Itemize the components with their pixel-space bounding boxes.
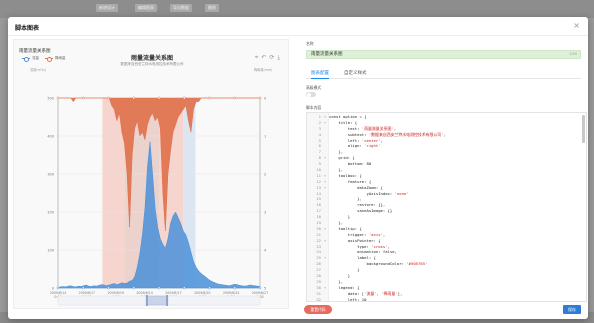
datazoom-selection[interactable] xyxy=(146,295,168,306)
y-tick-label-left: 400 xyxy=(47,135,54,139)
flow-point xyxy=(56,286,60,290)
code-text: const option = { xyxy=(329,114,367,119)
flow-point xyxy=(107,286,110,290)
script-content-label: 脚本内容 xyxy=(306,105,322,110)
rain-point xyxy=(56,96,60,100)
background-toolbar: 新增设计 编辑图表 导出数据 删除 xyxy=(0,0,594,18)
code-scrollbar[interactable] xyxy=(582,115,585,143)
y-tick-label-right: 5 xyxy=(264,287,266,291)
code-lines: 1 ▾ const option = {2 ▾ title: {3 text: '雨量… xyxy=(307,114,577,302)
flow-point xyxy=(208,286,211,290)
y-tick-label-right: 3 xyxy=(264,211,266,215)
code-text: } xyxy=(329,214,351,220)
y-tick-label-right: 4 xyxy=(264,249,267,253)
save-button[interactable]: 保存 xyxy=(563,305,581,314)
code-text: toolbox: { xyxy=(329,172,362,178)
name-input[interactable]: 雨量流量关系图 7/50 xyxy=(306,50,581,59)
rain-point xyxy=(132,96,136,100)
y-tick-label-left: 0 xyxy=(52,287,54,291)
form-tabs: 图表配置 自定义样式 xyxy=(306,70,581,79)
dialog-divider xyxy=(8,35,588,36)
advanced-mode-toggle[interactable] xyxy=(306,92,316,97)
flow-point xyxy=(258,286,262,290)
code-text: trigger: 'axis', xyxy=(329,231,386,237)
code-text: data: ['流量', '降雨量'], xyxy=(329,290,403,296)
dialog-title: 脚本图表 xyxy=(15,25,40,32)
code-text: }, xyxy=(329,220,344,226)
y-tick-label-left: 300 xyxy=(47,173,54,177)
bg-button-2: 导出数据 xyxy=(170,4,192,12)
code-text: type: 'cross', xyxy=(329,243,390,249)
tab-chart-config[interactable]: 图表配置 xyxy=(311,70,329,79)
code-text: subtext: '数据来自西安兰特水电测控技术有限公司', xyxy=(329,131,446,137)
code-text: align: 'right' xyxy=(329,143,381,149)
tab-custom-style[interactable]: 自定义样式 xyxy=(344,70,367,78)
advanced-mode-label: 高级模式 xyxy=(306,85,322,90)
save-button-label: 保存 xyxy=(568,307,576,312)
code-text: legend: { xyxy=(329,284,360,290)
reset-code-label: 重置代码 xyxy=(310,307,326,312)
code-text: }, xyxy=(329,167,344,173)
reset-code-button[interactable]: 重置代码 xyxy=(304,305,332,314)
flow-point xyxy=(132,286,136,290)
code-text: yAxisIndex: 'none' xyxy=(329,190,409,196)
rain-point xyxy=(81,96,85,100)
code-text: text: '雨量流量关系图', xyxy=(329,125,397,131)
code-line[interactable]: 32 left: 10 xyxy=(307,296,577,302)
code-text: left: 'center', xyxy=(329,137,383,143)
code-editor[interactable]: 1 ▾ const option = {2 ▾ title: {3 text: '雨量… xyxy=(306,112,587,302)
name-label: 名称 xyxy=(306,41,314,46)
bg-button-1: 编辑图表 xyxy=(135,4,157,12)
name-char-counter: 7/50 xyxy=(569,52,577,56)
script-chart-dialog: 脚本图表 × 雨量流量关系图 流量 降雨量 雨量流量关系图 数据来自西安兰特水电… xyxy=(8,17,588,319)
code-text: } xyxy=(329,267,360,273)
bg-button-0: 新增设计 xyxy=(96,4,118,12)
y-tick-label-left: 100 xyxy=(47,249,54,253)
code-text: animation: false, xyxy=(329,249,397,255)
datazoom-handle-end[interactable] xyxy=(166,295,169,306)
code-text: label: { xyxy=(329,255,376,261)
rain-point xyxy=(107,96,110,100)
code-text: bottom: 80 xyxy=(329,161,372,167)
close-icon[interactable]: × xyxy=(573,21,580,30)
code-text: axisPointer: { xyxy=(329,237,381,243)
rain-point xyxy=(208,96,211,100)
rain-point xyxy=(233,96,237,100)
flow-point xyxy=(182,286,186,290)
y-tick-label-right: 2 xyxy=(264,173,266,177)
flow-point xyxy=(157,286,161,290)
flow-point xyxy=(81,286,85,290)
code-text: saveAsImage: {} xyxy=(329,208,393,214)
datazoom-handle-start[interactable] xyxy=(145,295,148,306)
y-tick-label-right: 1 xyxy=(264,135,266,139)
code-text: title: { xyxy=(329,119,358,125)
rain-point xyxy=(182,96,186,100)
rain-point xyxy=(258,96,262,100)
code-text: tooltip: { xyxy=(329,225,362,231)
flow-point xyxy=(233,286,237,290)
name-input-value: 雨量流量关系图 xyxy=(311,52,343,57)
script-form: 名称 雨量流量关系图 7/50 图表配置 自定义样式 高级模式 脚本内容 1 ▾ c… xyxy=(306,39,587,309)
code-text: feature: { xyxy=(329,178,372,184)
code-text: restore: {}, xyxy=(329,202,386,208)
chart-preview-panel: 雨量流量关系图 流量 降雨量 雨量流量关系图 数据来自西安兰特水电测控技术有限公… xyxy=(13,39,289,309)
code-text: }, xyxy=(329,196,362,202)
y-tick-label-left: 200 xyxy=(47,211,54,215)
line-number: 32 xyxy=(316,296,321,302)
chart-canvas[interactable]: 01002003004005000123452009/6/140:002009/… xyxy=(14,40,290,310)
code-text: }, xyxy=(329,278,344,284)
bg-button-3: 删除 xyxy=(205,4,219,12)
code-text: grid: { xyxy=(329,155,355,161)
code-text: } xyxy=(329,273,351,279)
code-text: dataZoom: { xyxy=(329,184,383,190)
code-text: }, xyxy=(329,149,344,155)
y-tick-label-left: 500 xyxy=(47,97,54,101)
y-tick-label-right: 0 xyxy=(264,97,266,101)
rain-point xyxy=(157,96,161,100)
code-text: backgroundColor: '#505765' xyxy=(329,261,428,267)
code-text: left: 10 xyxy=(329,296,367,302)
